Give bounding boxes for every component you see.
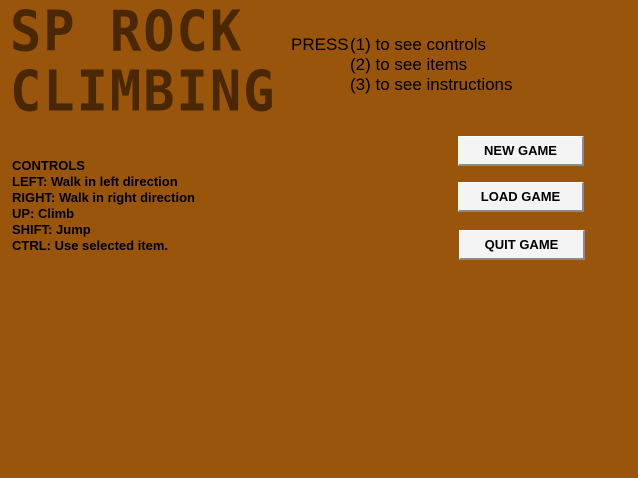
controls-line-left: LEFT: Walk in left direction: [12, 174, 178, 189]
press-option-instructions: (3) to see instructions: [350, 75, 513, 94]
controls-line-shift: SHIFT: Jump: [12, 222, 91, 237]
game-menu-screen: SP ROCK CLIMBING PRESS (1) to see contro…: [0, 0, 638, 478]
game-title-line-2: CLIMBING: [10, 59, 277, 125]
press-option-items: (2) to see items: [350, 55, 468, 74]
press-prefix: PRESS: [291, 35, 349, 54]
controls-line-right: RIGHT: Walk in right direction: [12, 190, 195, 205]
press-option-controls: (1) to see controls: [350, 35, 487, 54]
controls-line-up: UP: Climb: [12, 206, 75, 221]
new-game-button[interactable]: NEW GAME: [458, 136, 584, 166]
controls-heading: CONTROLS: [12, 158, 85, 173]
controls-panel: CONTROLS LEFT: Walk in left direction RI…: [12, 158, 195, 254]
quit-game-button[interactable]: QUIT GAME: [459, 230, 585, 260]
load-game-button[interactable]: LOAD GAME: [458, 182, 584, 212]
game-title-line-1: SP ROCK: [10, 0, 244, 65]
controls-line-ctrl: CTRL: Use selected item.: [12, 238, 169, 253]
